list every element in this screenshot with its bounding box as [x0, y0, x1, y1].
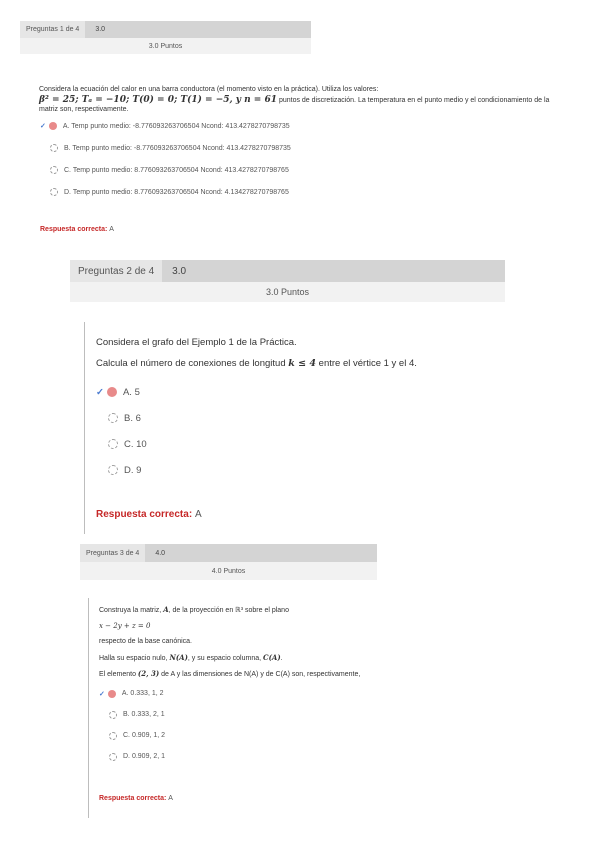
answer-value: A [109, 226, 114, 233]
question-points: 3.0 Puntos [20, 38, 311, 54]
question-text: Considera la ecuación del calor en una b… [39, 86, 379, 93]
correct-answer: Respuesta correcta: A [40, 226, 114, 233]
question-score: 3.0 [85, 21, 311, 38]
radio-icon[interactable] [108, 439, 118, 449]
question-text-line: El elemento (2, 3) de A y las dimensione… [99, 666, 360, 683]
option-label: C. Temp punto medio: 8.776093263706504 N… [64, 166, 289, 174]
question-text: de A y las dimensiones de N(A) y de C(A)… [159, 671, 361, 678]
check-icon: ✓ [99, 690, 105, 698]
radio-icon[interactable] [108, 413, 118, 423]
options-list: ✓ A. 5 B. 6 C. 10 D. 9 [96, 379, 147, 483]
options-list: ✓ A. Temp punto medio: -8.77609326370650… [40, 115, 291, 203]
question-3-body: Construya la matriz, A , de la proyección… [88, 598, 389, 818]
question-text: Calcula el número de conexiones de longi… [96, 358, 289, 369]
option-label: D. 9 [124, 464, 142, 476]
question-score: 4.0 [145, 544, 377, 562]
option-label: A. Temp punto medio: -8.776093263706504 … [62, 122, 290, 130]
question-text: matriz son, respectivamente. [39, 106, 129, 113]
question-text: , de la proyección en ℝ³ sobre el plano [168, 607, 289, 614]
option-label: A. 0.333, 1, 2 [121, 690, 164, 697]
radio-icon[interactable] [109, 752, 117, 761]
option-label: D. 0.909, 2, 1 [123, 753, 166, 760]
option-b[interactable]: B. 0.333, 2, 1 [99, 704, 165, 725]
radio-icon[interactable] [50, 144, 58, 152]
option-b[interactable]: B. Temp punto medio: -8.776093263706504 … [40, 137, 291, 159]
question-text: puntos de discretización. La temperatura… [278, 97, 550, 104]
option-label: B. Temp punto medio: -8.776093263706504 … [64, 144, 291, 152]
question-text-line: Calcula el número de conexiones de longi… [96, 354, 417, 374]
option-d[interactable]: D. Temp punto medio: 8.776093263706504 N… [40, 181, 291, 203]
question-text: Considera el grafo del Ejemplo 1 de la P… [96, 337, 297, 348]
math-expression: k ≤ 4 [288, 358, 317, 369]
correct-answer: Respuesta correcta: A [99, 795, 173, 802]
math-expression: N(A) [169, 653, 188, 662]
question-1-header: Preguntas 1 de 4 3.0 3.0 Puntos [20, 21, 311, 54]
answer-value: A [194, 509, 202, 520]
check-icon: ✓ [96, 386, 104, 398]
option-b[interactable]: B. 6 [96, 405, 147, 431]
radio-icon[interactable] [109, 710, 117, 719]
math-equation: x − 2y + z = 0 [99, 622, 151, 630]
option-label: D. Temp punto medio: 8.776093263706504 N… [64, 188, 289, 196]
question-2-body: Considera el grafo del Ejemplo 1 de la P… [84, 322, 505, 534]
answer-label: Respuesta correcta: [99, 795, 167, 802]
option-c[interactable]: C. 10 [96, 431, 147, 457]
question-text: El elemento [99, 671, 138, 678]
question-text: entre el vértice 1 y el 4. [316, 358, 417, 369]
option-a[interactable]: ✓ A. 5 [96, 379, 147, 405]
radio-icon[interactable] [109, 731, 117, 740]
correct-answer: Respuesta correcta: A [96, 509, 202, 520]
option-label: C. 10 [124, 438, 147, 450]
question-number: Preguntas 1 de 4 [20, 21, 86, 38]
option-a[interactable]: ✓ A. Temp punto medio: -8.77609326370650… [40, 115, 291, 137]
question-text-line: Halla su espacio nulo, N(A), y su espaci… [99, 650, 283, 667]
question-2-header: Preguntas 2 de 4 3.0 3.0 Puntos [70, 260, 505, 302]
check-icon: ✓ [40, 123, 46, 130]
question-text: Construya la matriz, [99, 607, 164, 614]
selected-radio-icon[interactable] [48, 122, 57, 130]
option-d[interactable]: D. 9 [96, 457, 147, 483]
question-number: Preguntas 2 de 4 [70, 260, 163, 282]
question-text: respecto de la base canónica. [99, 638, 193, 645]
radio-icon[interactable] [108, 465, 118, 475]
option-a[interactable]: ✓ A. 0.333, 1, 2 [99, 683, 165, 704]
question-points: 4.0 Puntos [80, 562, 377, 580]
selected-radio-icon[interactable] [107, 689, 116, 698]
option-label: C. 0.909, 1, 2 [123, 732, 166, 739]
question-text: Halla su espacio nulo, [99, 655, 170, 662]
answer-value: A [168, 795, 173, 802]
question-text-line: Construya la matriz, A, de la proyección… [99, 602, 289, 619]
option-label: A. 5 [122, 386, 140, 398]
answer-label: Respuesta correcta: [40, 226, 108, 233]
option-d[interactable]: D. 0.909, 2, 1 [99, 746, 165, 767]
math-expression: β² = 25; Tₐ = −10; T(0) = 0; T(1) = −5, … [39, 95, 277, 105]
radio-icon[interactable] [50, 166, 58, 174]
selected-radio-icon[interactable] [106, 387, 117, 397]
question-score: 3.0 [162, 260, 505, 282]
option-c[interactable]: C. 0.909, 1, 2 [99, 725, 165, 746]
math-expression: C(A) [263, 653, 281, 662]
question-3-header: Preguntas 3 de 4 4.0 4.0 Puntos [80, 544, 377, 580]
question-text: . [280, 655, 283, 662]
math-expression: (2, 3) [137, 669, 160, 678]
radio-icon[interactable] [50, 188, 58, 196]
option-label: B. 0.333, 2, 1 [123, 711, 165, 718]
options-list: ✓ A. 0.333, 1, 2 B. 0.333, 2, 1 C. 0.909… [99, 683, 165, 767]
answer-label: Respuesta correcta: [96, 509, 193, 520]
question-text: , y su espacio columna, [187, 655, 263, 662]
option-label: B. 6 [124, 412, 141, 424]
question-number: Preguntas 3 de 4 [80, 544, 146, 562]
question-points: 3.0 Puntos [70, 282, 505, 302]
option-c[interactable]: C. Temp punto medio: 8.776093263706504 N… [40, 159, 291, 181]
